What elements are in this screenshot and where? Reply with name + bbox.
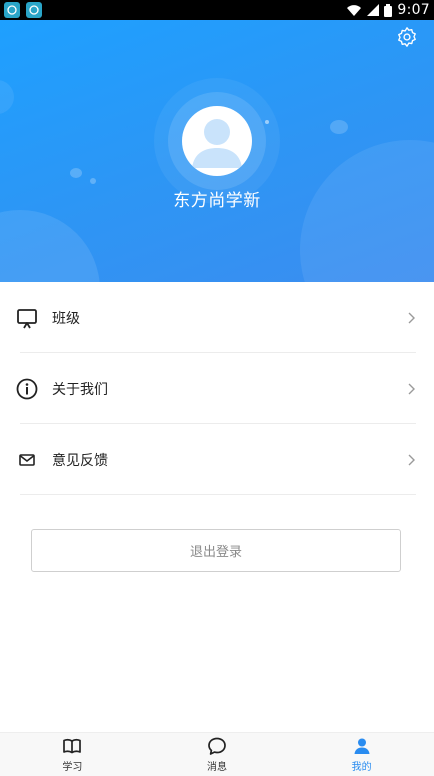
tab-label: 学习 [62, 762, 83, 773]
tab-label: 我的 [351, 762, 372, 773]
profile-menu: 班级 关于我们 意见反馈 [0, 282, 434, 495]
bottom-nav: 学习 消息 我的 [0, 732, 434, 776]
tab-study[interactable]: 学习 [0, 733, 145, 776]
status-time: 9:07 [397, 2, 430, 18]
tab-mine[interactable]: 我的 [289, 733, 434, 776]
decorative-circle [90, 178, 96, 184]
person-icon [354, 738, 370, 754]
notification-icons [4, 2, 42, 18]
profile-header: 东方尚学新 [0, 20, 434, 282]
app-notification-icon [4, 2, 20, 18]
book-icon [63, 738, 82, 754]
chevron-right-icon [408, 454, 415, 465]
menu-item-label: 关于我们 [52, 381, 108, 398]
app-notification-icon [26, 2, 42, 18]
decorative-circle [330, 120, 348, 134]
decorative-circle [300, 140, 434, 282]
gear-icon [398, 27, 416, 47]
chevron-right-icon [408, 383, 415, 394]
avatar[interactable] [182, 106, 252, 176]
menu-item-class[interactable]: 班级 [0, 282, 434, 353]
settings-button[interactable] [396, 26, 418, 48]
wifi-icon [347, 4, 362, 16]
tab-messages[interactable]: 消息 [145, 733, 290, 776]
menu-item-label: 意见反馈 [52, 452, 108, 469]
chevron-right-icon [408, 312, 415, 323]
decorative-circle [0, 210, 100, 282]
chat-bubble-icon [208, 737, 226, 755]
user-name: 东方尚学新 [173, 191, 261, 211]
system-status: 9:07 [346, 2, 430, 18]
menu-item-label: 班级 [52, 310, 80, 327]
menu-item-about-us[interactable]: 关于我们 [0, 353, 434, 424]
mail-icon [16, 449, 38, 471]
info-icon [16, 378, 38, 400]
tab-label: 消息 [207, 762, 227, 773]
decorative-circle [0, 80, 14, 114]
classroom-board-icon [16, 307, 38, 329]
decorative-circle [70, 168, 82, 178]
decorative-circle [265, 120, 269, 124]
menu-item-feedback[interactable]: 意见反馈 [0, 424, 434, 495]
status-bar: 9:07 [0, 0, 434, 20]
default-avatar-icon [183, 107, 251, 175]
battery-icon [384, 3, 393, 17]
logout-button[interactable]: 退出登录 [31, 529, 401, 572]
signal-icon [367, 4, 380, 16]
